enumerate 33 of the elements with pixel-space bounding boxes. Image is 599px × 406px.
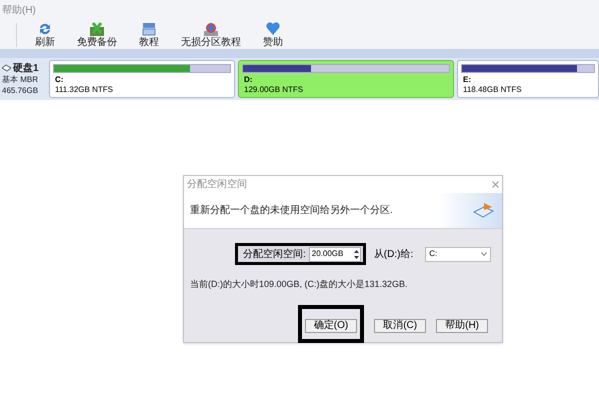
- toolbar-button[interactable]: 赞助: [255, 20, 291, 48]
- spinner-icon[interactable]: [352, 248, 360, 260]
- summary-text: 当前(D:)的大小时109.00GB, (C:)盘的大小是131.32GB.: [190, 278, 409, 291]
- book-icon: [141, 20, 157, 36]
- partition-info: 129.00GB NTFS: [243, 85, 304, 95]
- dialog-button[interactable]: 确定(O): [304, 319, 358, 333]
- toolbar-button[interactable]: 刷新: [27, 20, 63, 48]
- partition-letter: C:: [54, 75, 64, 85]
- heart-icon: [265, 20, 281, 36]
- toolbar-button[interactable]: 教程: [131, 20, 167, 48]
- amount-field[interactable]: 20.00GB: [308, 246, 361, 262]
- disk-arrow-icon: [472, 202, 494, 220]
- disk-type: 基本 MBR: [2, 74, 39, 84]
- partition-block[interactable]: C: 111.32GB NTFS: [49, 60, 235, 98]
- toolbar-button[interactable]: 免费备份: [69, 20, 125, 48]
- close-icon[interactable]: [492, 181, 499, 188]
- amount-label: 分配空闲空间:: [243, 248, 306, 262]
- chevron-icon: [481, 252, 488, 256]
- partition-block[interactable]: E: 118.48GB NTFS: [457, 60, 599, 98]
- partition-info: 118.48GB NTFS: [462, 85, 523, 95]
- dialog-title: 分配空闲空间: [187, 178, 247, 192]
- partition-letter: E:: [462, 75, 472, 85]
- dialog-button[interactable]: 取消(C): [374, 319, 426, 333]
- disk-name: 硬盘1: [2, 62, 46, 74]
- dialog-button[interactable]: 帮助(H): [436, 319, 488, 333]
- from-label: 从(D:)给:: [374, 248, 414, 262]
- partition-info: 111.32GB NTFS: [54, 85, 114, 95]
- partition-block[interactable]: D: 129.00GB NTFS: [238, 60, 454, 98]
- target-dropdown[interactable]: C:: [425, 246, 492, 262]
- dialog-heading: 重新分配一个盘的未使用空间给另外一个分区.: [190, 204, 393, 218]
- disk-size: 465.76GB: [2, 84, 40, 96]
- partition-letter: D:: [243, 75, 254, 85]
- toolbar-button[interactable]: 无损分区教程: [173, 20, 249, 48]
